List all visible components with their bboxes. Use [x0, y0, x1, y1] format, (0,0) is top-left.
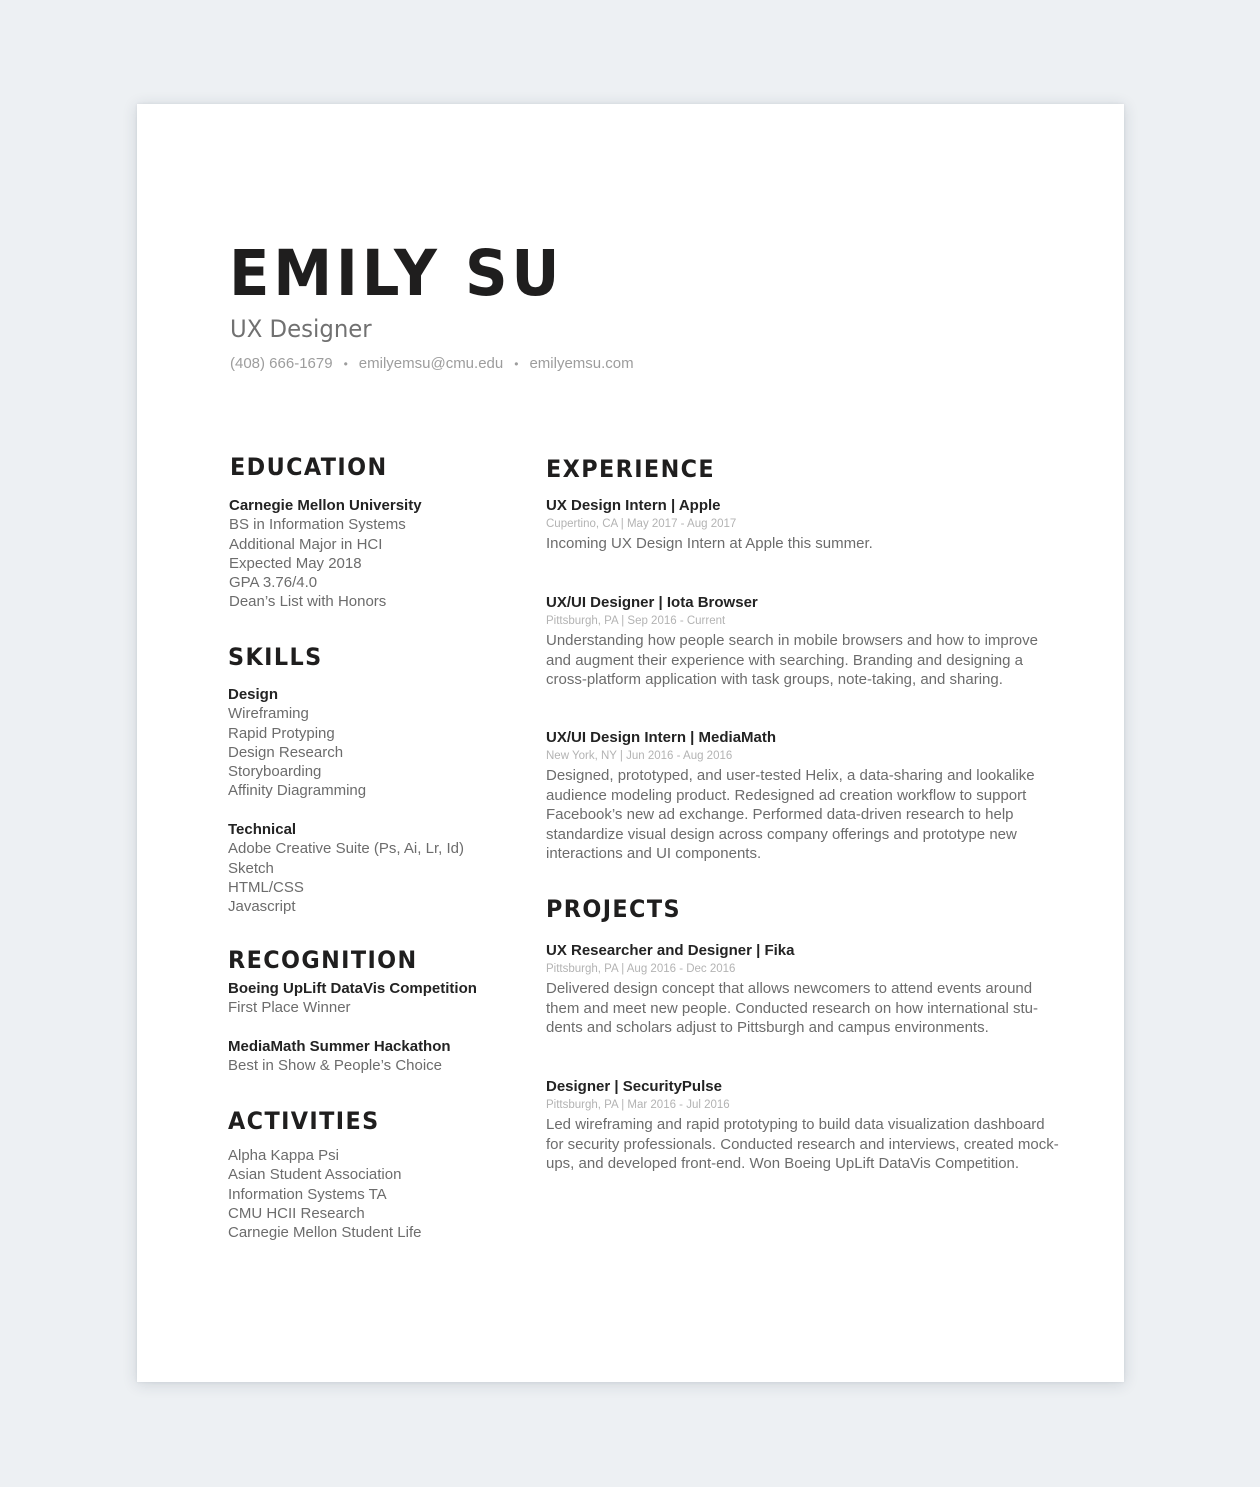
project-meta: Pittsburgh, PA | Mar 2016 - Jul 2016 [546, 1099, 730, 1112]
experience-meta: New York, NY | Jun 2016 - Aug 2016 [546, 750, 733, 763]
activity-item: CMU HCII Research [228, 1204, 365, 1222]
experience-title: UX/UI Design Intern | MediaMath [546, 729, 777, 746]
experience-heading: EXPERIENCE [546, 455, 716, 483]
contact-email[interactable]: emilyemsu@cmu.edu [359, 355, 503, 372]
description-line: dents and scholars adjust to Pittsburgh … [546, 1019, 989, 1037]
recognition-award: First Place Winner [228, 999, 351, 1017]
recognition-name: Boeing UpLift DataVis Competition [228, 980, 477, 997]
recognition-name: MediaMath Summer Hackathon [228, 1038, 451, 1055]
description-line: Understanding how people search in mobil… [546, 632, 1038, 650]
skill-item: Design Research [228, 743, 344, 761]
skills-technical-group: Technical Adobe Creative Suite (Ps, Ai, … [228, 820, 464, 916]
education-line: Dean’s List with Honors [229, 593, 387, 611]
description-line: interactions and UI components. [546, 844, 762, 862]
experience-title: UX/UI Designer | Iota Browser [546, 594, 758, 611]
skill-group-heading: Technical [228, 821, 297, 838]
skill-item: Affinity Diagramming [228, 782, 367, 800]
skill-item: Wireframing [228, 705, 309, 723]
skill-item: Storyboarding [228, 763, 322, 781]
candidate-role: UX Designer [230, 315, 372, 343]
description-line: ups, and developed front-end. Won Boeing… [546, 1155, 1020, 1173]
experience-meta: Cupertino, CA | May 2017 - Aug 2017 [546, 518, 737, 531]
skills-design-group: Design Wireframing Rapid Protyping Desig… [228, 685, 366, 801]
bullet-separator: • [514, 357, 519, 371]
projects-heading: PROJECTS [546, 895, 681, 923]
recognition-heading: RECOGNITION [228, 946, 418, 974]
description-line: Facebook’s new ad exchange. Performed da… [546, 806, 1014, 824]
bullet-separator: • [343, 357, 348, 371]
recognition-award: Best in Show & People’s Choice [228, 1057, 443, 1075]
candidate-name: EMILY SU [229, 237, 564, 310]
project-item: Designer | SecurityPulse Pittsburgh, PA … [546, 1077, 1059, 1174]
skill-item: HTML/CSS [228, 878, 304, 896]
contact-info: (408) 666-1679 • emilyemsu@cmu.edu • emilyem… [230, 355, 634, 373]
description-line: Designed, prototyped, and user-tested He… [546, 767, 1035, 785]
experience-description: Incoming UX Design Intern at Apple this … [546, 534, 1046, 553]
description-line: standardize visual design across company… [546, 825, 1017, 843]
school-name: Carnegie Mellon University [229, 497, 422, 514]
activity-item: Alpha Kappa Psi [228, 1147, 339, 1164]
description-line: them and meet new people. Conducted rese… [546, 999, 1038, 1017]
project-description: Delivered design concept that allows new… [546, 979, 1046, 1037]
description-line: for security professionals. Conducted re… [546, 1135, 1059, 1153]
project-item: UX Researcher and Designer | Fika Pittsb… [546, 941, 1046, 1038]
skill-item: Adobe Creative Suite (Ps, Ai, Lr, Id) [228, 840, 464, 858]
description-line: audience modeling product. Redesigned ad… [546, 786, 1027, 804]
activity-item: Information Systems TA [228, 1185, 387, 1203]
experience-item: UX/UI Designer | Iota Browser Pittsburgh… [546, 593, 1046, 690]
recognition-item: MediaMath Summer Hackathon Best in Show … [228, 1037, 451, 1076]
project-meta: Pittsburgh, PA | Aug 2016 - Dec 2016 [546, 963, 736, 976]
resume-page: EMILY SU UX Designer (408) 666-1679 • emil… [137, 104, 1124, 1382]
skill-item: Javascript [228, 898, 296, 916]
experience-item: UX/UI Design Intern | MediaMath New York… [546, 728, 1046, 863]
education-heading: EDUCATION [230, 453, 388, 481]
description-line: and augment their experience with search… [546, 651, 1023, 669]
skill-group-heading: Design [228, 686, 279, 703]
education-line: BS in Information Systems [229, 516, 406, 534]
description-line: Incoming UX Design Intern at Apple this … [546, 535, 873, 553]
skill-item: Rapid Protyping [228, 724, 335, 742]
activity-item: Carnegie Mellon Student Life [228, 1224, 422, 1242]
activity-item: Asian Student Association [228, 1166, 402, 1184]
activities-heading: ACTIVITIES [228, 1107, 380, 1135]
experience-item: UX Design Intern | Apple Cupertino, CA |… [546, 496, 1046, 554]
contact-phone: (408) 666-1679 [230, 355, 333, 372]
experience-meta: Pittsburgh, PA | Sep 2016 - Current [546, 615, 726, 628]
experience-title: UX Design Intern | Apple [546, 497, 721, 514]
project-title: Designer | SecurityPulse [546, 1078, 722, 1095]
project-title: UX Researcher and Designer | Fika [546, 942, 795, 959]
description-line: Delivered design concept that allows new… [546, 980, 1033, 998]
education-line: Expected May 2018 [229, 554, 362, 572]
activities-list: Alpha Kappa Psi Asian Student Associatio… [228, 1146, 421, 1242]
experience-description: Understanding how people search in mobil… [546, 631, 1046, 689]
recognition-item: Boeing UpLift DataVis Competition First … [228, 979, 477, 1018]
contact-website[interactable]: emilyemsu.com [529, 355, 633, 372]
education-section: Carnegie Mellon University BS in Informa… [229, 496, 422, 612]
skills-heading: SKILLS [228, 643, 323, 671]
skill-item: Sketch [228, 859, 274, 877]
project-description: Led wireframing and rapid prototyping to… [546, 1115, 1059, 1173]
experience-description: Designed, prototyped, and user-tested He… [546, 766, 1046, 863]
description-line: cross-platform application with task gro… [546, 671, 1003, 689]
description-line: Led wireframing and rapid prototyping to… [546, 1116, 1045, 1134]
education-line: GPA 3.76/4.0 [229, 574, 318, 592]
education-line: Additional Major in HCI [229, 535, 383, 553]
